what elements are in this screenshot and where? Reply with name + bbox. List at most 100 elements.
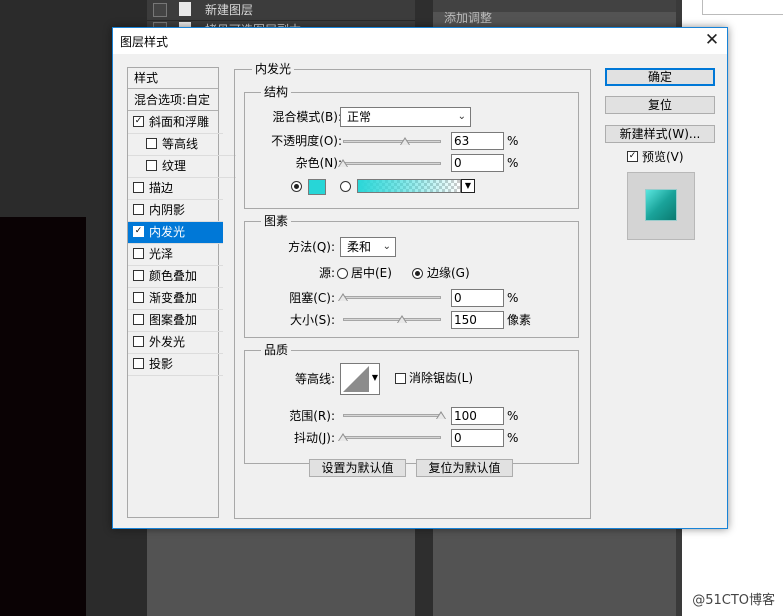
close-icon[interactable]: ✕ bbox=[701, 29, 723, 51]
new-style-button[interactable]: 新建样式(W)... bbox=[605, 125, 715, 143]
checkbox[interactable] bbox=[133, 314, 144, 325]
title-bar[interactable]: 图层样式 ✕ bbox=[113, 28, 727, 54]
blend-mode-select[interactable]: 正常 ⌄ bbox=[340, 107, 471, 127]
style-preview bbox=[627, 172, 695, 240]
range-label: 范围(R): bbox=[289, 409, 335, 423]
group-title: 结构 bbox=[261, 85, 292, 99]
checkbox[interactable] bbox=[133, 292, 144, 303]
ok-button[interactable]: 确定 bbox=[605, 68, 715, 86]
source-center-radio[interactable] bbox=[337, 268, 348, 279]
size-label: 大小(S): bbox=[289, 313, 335, 327]
size-slider-thumb[interactable] bbox=[396, 315, 407, 323]
choke-slider-thumb[interactable] bbox=[338, 293, 348, 301]
size-input[interactable]: 150 bbox=[451, 311, 504, 329]
color-radio[interactable] bbox=[291, 181, 302, 192]
layer-name: 新建图层 bbox=[205, 3, 254, 17]
blend-mode-label: 混合模式(B): bbox=[272, 110, 342, 124]
checkbox-checked[interactable]: ✓ bbox=[133, 226, 144, 237]
technique-select[interactable]: 柔和 ⌄ bbox=[340, 237, 396, 257]
noise-slider-thumb[interactable] bbox=[338, 159, 348, 167]
opacity-input[interactable]: 63 bbox=[451, 132, 504, 150]
preview-checkbox[interactable]: ✓ bbox=[627, 151, 638, 162]
range-slider-track[interactable] bbox=[343, 414, 441, 417]
preview-label[interactable]: 预览(V) bbox=[642, 149, 684, 165]
chevron-down-icon: ⌄ bbox=[382, 241, 391, 252]
checkbox[interactable] bbox=[146, 138, 157, 149]
jitter-label: 抖动(J): bbox=[294, 431, 335, 445]
watermark: @51CTO博客 bbox=[692, 593, 775, 608]
gradient-picker[interactable]: ▼ bbox=[340, 178, 480, 194]
jitter-input[interactable]: 0 bbox=[451, 429, 504, 447]
source-center-label[interactable]: 居中(E) bbox=[351, 264, 392, 282]
technique-label: 方法(Q): bbox=[288, 240, 335, 254]
range-unit: % bbox=[507, 409, 519, 423]
visibility-icon[interactable] bbox=[153, 3, 167, 17]
reset-default-button[interactable]: 复位为默认值 bbox=[416, 459, 513, 477]
layer-thumbnail-icon bbox=[179, 2, 191, 16]
make-default-button[interactable]: 设置为默认值 bbox=[309, 459, 406, 477]
noise-input[interactable]: 0 bbox=[451, 154, 504, 172]
style-item-stroke[interactable]: 描边 bbox=[128, 178, 223, 200]
source-label: 源: bbox=[318, 266, 335, 280]
checkbox-checked[interactable]: ✓ bbox=[133, 116, 144, 127]
quality-group: 品质 等高线: ▼ 消除锯齿(L) 范围(R): 100 % 抖动(J): 0 … bbox=[244, 343, 579, 464]
opacity-slider-thumb[interactable] bbox=[399, 137, 410, 145]
checkbox[interactable] bbox=[133, 204, 144, 215]
preview-thumbnail bbox=[646, 190, 676, 220]
choke-label: 阻塞(C): bbox=[289, 291, 335, 305]
size-slider-track[interactable] bbox=[343, 318, 441, 321]
style-item-gradient-overlay[interactable]: 渐变叠加 bbox=[128, 288, 223, 310]
size-unit: 像素 bbox=[507, 313, 532, 327]
chevron-down-icon: ⌄ bbox=[457, 111, 466, 122]
jitter-slider-thumb[interactable] bbox=[338, 433, 348, 441]
dialog-title: 图层样式 bbox=[120, 35, 169, 49]
style-item-drop-shadow[interactable]: 投影 bbox=[128, 354, 223, 376]
layer-style-dialog: 图层样式 ✕ 样式 混合选项:自定 ✓ 斜面和浮雕 等高线 纹理 描边 内阴影 ✓… bbox=[112, 27, 728, 529]
checkbox[interactable] bbox=[133, 248, 144, 259]
choke-input[interactable]: 0 bbox=[451, 289, 504, 307]
choke-slider-track[interactable] bbox=[343, 296, 441, 299]
checkbox[interactable] bbox=[133, 270, 144, 281]
checkbox[interactable] bbox=[146, 160, 157, 171]
group-title: 图素 bbox=[261, 214, 292, 228]
blend-options-item[interactable]: 混合选项:自定 bbox=[128, 90, 218, 111]
properties-box bbox=[702, 0, 783, 15]
anti-alias-label[interactable]: 消除锯齿(L) bbox=[409, 369, 473, 387]
styles-header[interactable]: 样式 bbox=[128, 68, 218, 89]
elements-group: 图素 方法(Q): 柔和 ⌄ 源: 居中(E) 边缘(G) 阻塞(C): 0 %… bbox=[244, 214, 579, 338]
dropdown-arrow-icon[interactable]: ▼ bbox=[372, 373, 378, 382]
contour-picker[interactable]: ▼ bbox=[340, 363, 380, 395]
contour-label: 等高线: bbox=[294, 372, 335, 386]
style-item-outer-glow[interactable]: 外发光 bbox=[128, 332, 223, 354]
panel-title: 内发光 bbox=[252, 62, 295, 76]
opacity-unit: % bbox=[507, 134, 519, 148]
noise-slider-track[interactable] bbox=[343, 162, 441, 165]
style-item-inner-glow[interactable]: ✓ 内发光 bbox=[128, 222, 223, 244]
style-item-satin[interactable]: 光泽 bbox=[128, 244, 223, 266]
opacity-slider-track[interactable] bbox=[343, 140, 441, 143]
style-item-texture[interactable]: 纹理 bbox=[128, 156, 236, 178]
jitter-unit: % bbox=[507, 431, 519, 445]
source-edge-radio[interactable] bbox=[412, 268, 423, 279]
dropdown-arrow-icon[interactable]: ▼ bbox=[461, 179, 475, 193]
styles-list: 样式 混合选项:自定 ✓ 斜面和浮雕 等高线 纹理 描边 内阴影 ✓ 内发光 光泽 … bbox=[127, 67, 236, 518]
checkbox[interactable] bbox=[133, 182, 144, 193]
reset-button[interactable]: 复位 bbox=[605, 96, 715, 114]
anti-alias-checkbox[interactable] bbox=[395, 373, 406, 384]
group-title: 品质 bbox=[261, 343, 292, 357]
range-slider-thumb[interactable] bbox=[436, 411, 446, 419]
style-item-color-overlay[interactable]: 颜色叠加 bbox=[128, 266, 223, 288]
style-item-contour[interactable]: 等高线 bbox=[128, 134, 236, 156]
noise-label: 杂色(N): bbox=[295, 156, 342, 170]
style-item-bevel-emboss[interactable]: ✓ 斜面和浮雕 bbox=[128, 112, 223, 134]
checkbox[interactable] bbox=[133, 358, 144, 369]
glow-color-swatch[interactable] bbox=[308, 179, 326, 195]
gradient-preview[interactable] bbox=[357, 179, 461, 193]
noise-unit: % bbox=[507, 156, 519, 170]
source-edge-label[interactable]: 边缘(G) bbox=[427, 264, 470, 282]
jitter-slider-track[interactable] bbox=[343, 436, 441, 439]
style-item-inner-shadow[interactable]: 内阴影 bbox=[128, 200, 223, 222]
checkbox[interactable] bbox=[133, 336, 144, 347]
range-input[interactable]: 100 bbox=[451, 407, 504, 425]
style-item-pattern-overlay[interactable]: 图案叠加 bbox=[128, 310, 223, 332]
